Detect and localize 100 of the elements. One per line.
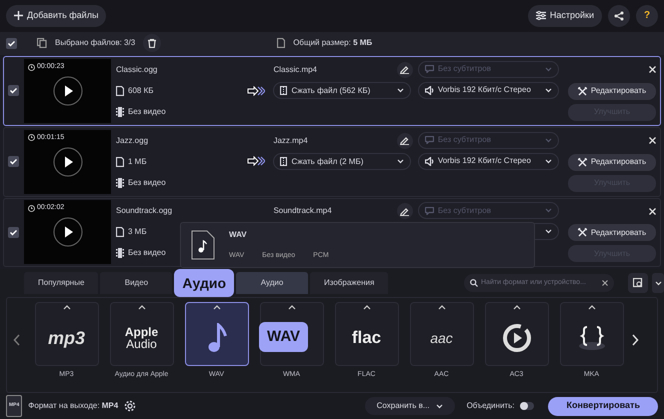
format-tab[interactable]: Изображения — [310, 272, 388, 294]
checkbox[interactable] — [8, 85, 19, 96]
compress-dropdown[interactable]: Сжать файл (2 МБ) — [273, 153, 412, 170]
video-status: Без видео — [128, 106, 166, 118]
audio-dropdown[interactable]: Vorbis 192 Кбит/с Стерео — [418, 82, 560, 99]
speech-bubble-icon — [424, 206, 434, 215]
clock-icon — [28, 205, 35, 212]
logo-text: aac — [430, 330, 453, 345]
logo-text: mp3 — [48, 328, 85, 347]
format-tab[interactable]: Популярные — [24, 272, 98, 294]
tools-icon — [578, 158, 587, 167]
format-tile[interactable] — [560, 302, 624, 366]
convert-button[interactable]: Конвертировать — [548, 396, 658, 416]
play-button-icon[interactable] — [52, 146, 82, 177]
logo-text: Audio — [126, 338, 157, 350]
chevron-down-icon — [545, 138, 552, 143]
tools-icon — [578, 228, 587, 238]
clear-icon[interactable] — [602, 280, 608, 286]
chevron-down-icon — [397, 88, 404, 94]
share-button[interactable] — [608, 4, 630, 27]
rename-button[interactable] — [396, 132, 413, 149]
source-filename: Soundtrack.ogg — [116, 205, 174, 218]
files-icon — [37, 38, 47, 48]
checkbox[interactable] — [6, 38, 17, 49]
merge-label: Объединить: — [466, 400, 514, 412]
share-icon — [614, 10, 624, 21]
chevron-left-icon[interactable] — [13, 334, 21, 346]
selected-count: Выбрано файлов: 3/3 — [55, 37, 136, 50]
close-icon[interactable] — [649, 66, 656, 74]
pencil-icon — [400, 136, 410, 146]
output-filename: Jazz.mp4 — [273, 134, 308, 147]
logo-text: flac — [352, 329, 382, 346]
compress-dropdown[interactable]: Сжать файл (562 КБ) — [273, 82, 412, 100]
curly-braces-icon — [576, 324, 606, 351]
film-strip-icon — [116, 178, 124, 188]
clock-icon — [28, 134, 35, 142]
format-tile[interactable] — [484, 302, 548, 366]
chevron-down-icon — [545, 88, 552, 93]
document-icon — [116, 156, 124, 167]
gear-icon[interactable] — [124, 400, 136, 412]
rename-button[interactable] — [396, 62, 413, 78]
format-tile[interactable]: mp3 — [34, 302, 98, 366]
device-detect-button[interactable] — [628, 273, 648, 294]
caret-up-icon — [438, 305, 446, 310]
caret-up-icon — [512, 305, 520, 310]
merge-toggle[interactable] — [520, 402, 534, 410]
pencil-icon — [400, 65, 410, 74]
help-button[interactable]: ? — [636, 4, 658, 27]
format-tile[interactable]: Apple Audio — [110, 302, 174, 366]
play-circle-icon — [502, 322, 532, 353]
caret-up-icon — [588, 305, 596, 310]
plus-icon — [14, 11, 23, 20]
video-status: Без видео — [128, 176, 166, 189]
add-files-button[interactable]: Добавить файлы — [6, 4, 106, 27]
logo-text: Apple — [124, 326, 158, 338]
edit-button[interactable]: Редактировать — [568, 224, 656, 242]
subtitles-dropdown: Без субтитров — [418, 132, 560, 149]
audio-file-icon — [191, 230, 215, 260]
settings-button[interactable]: Настройки — [528, 4, 602, 27]
caret-up-icon — [138, 305, 146, 310]
speaker-icon — [424, 86, 434, 95]
checkbox[interactable] — [8, 156, 19, 168]
pencil-icon — [400, 206, 410, 216]
format-tab[interactable]: Аудио — [236, 272, 308, 294]
close-icon[interactable] — [649, 208, 656, 215]
edit-button[interactable]: Редактировать — [568, 154, 656, 171]
sliders-icon — [536, 11, 546, 20]
save-to-dropdown[interactable]: Сохранить в... — [364, 397, 455, 416]
format-tile[interactable]: aac — [410, 302, 474, 366]
subtitles-dropdown: Без субтитров — [418, 202, 560, 220]
close-icon[interactable] — [649, 137, 656, 144]
format-title: WAV — [229, 228, 248, 241]
play-button-icon[interactable] — [52, 217, 82, 248]
caret-up-icon — [62, 305, 70, 310]
speaker-icon — [424, 156, 434, 166]
chevron-down-icon — [545, 158, 552, 164]
film-strip-icon — [116, 248, 124, 258]
audio-dropdown[interactable]: Vorbis 192 Кбит/с Стерео — [418, 152, 560, 170]
format-tab[interactable]: Видео — [100, 272, 172, 294]
music-note-icon — [206, 322, 226, 353]
chevron-right-icon[interactable] — [631, 334, 639, 346]
file-size: 1 МБ — [128, 156, 147, 168]
collapse-button[interactable] — [652, 273, 664, 294]
chevron-down-icon — [545, 66, 552, 72]
play-button-icon[interactable] — [52, 76, 82, 106]
format-tile[interactable] — [184, 302, 248, 366]
compress-icon — [280, 86, 288, 96]
clock-icon — [28, 64, 35, 71]
film-strip-icon — [116, 106, 124, 117]
chevron-down-icon — [436, 404, 443, 409]
chevron-down-icon — [654, 280, 662, 286]
edit-button[interactable]: Редактировать — [568, 82, 656, 100]
checkbox[interactable] — [8, 226, 19, 238]
rename-button[interactable] — [396, 203, 413, 220]
format-tile[interactable]: flac — [334, 302, 398, 366]
output-filename: Soundtrack.mp4 — [273, 205, 332, 218]
delete-button[interactable] — [143, 34, 162, 52]
total-size: Общий размер: 5 МБ — [293, 37, 372, 50]
speech-bubble-icon — [424, 136, 434, 144]
caret-up-icon — [362, 305, 370, 310]
